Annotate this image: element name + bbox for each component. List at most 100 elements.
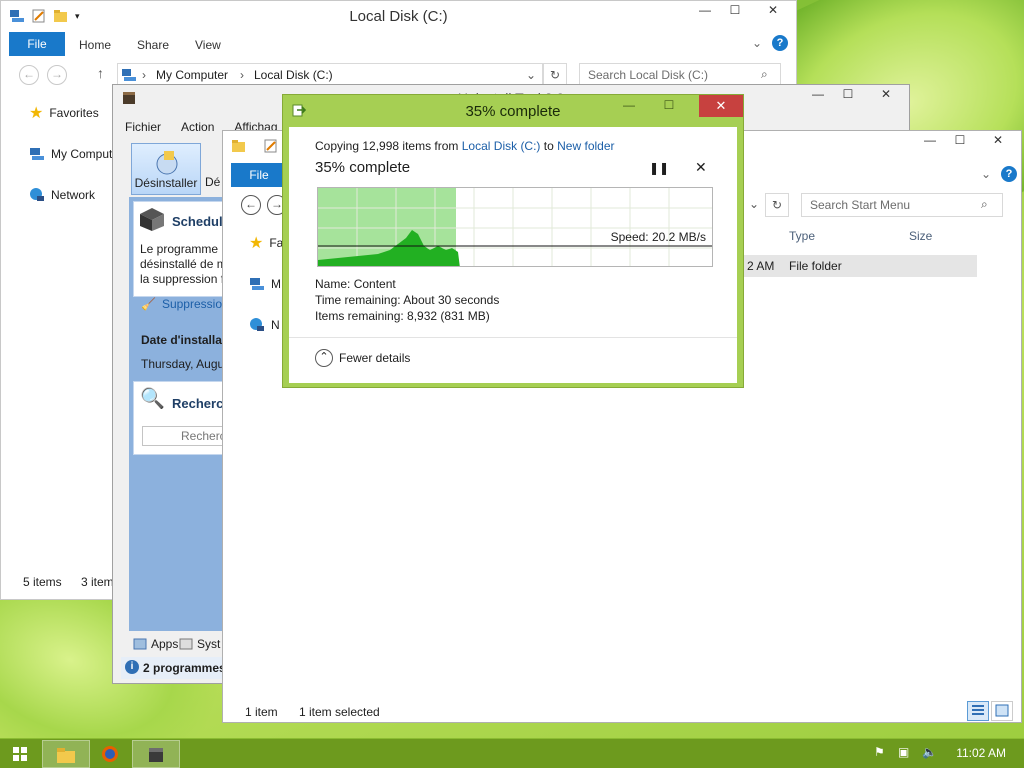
table-row[interactable]: 2 AM File folder <box>733 255 977 277</box>
large-icons-button[interactable] <box>991 701 1013 721</box>
folder-icon <box>57 748 75 763</box>
windows-logo-icon <box>13 747 27 761</box>
action-center-icon[interactable]: ⚑ <box>874 745 890 761</box>
search-input[interactable]: Search Start Menu <box>801 193 1003 217</box>
expand-ribbon-icon[interactable]: ⌄ <box>981 167 991 181</box>
title-bar[interactable]: ▾ Local Disk (C:) — ☐ ✕ <box>1 1 796 31</box>
fewer-details-button[interactable]: ⌃ Fewer details <box>315 349 410 367</box>
breadcrumb-local-disk[interactable]: Local Disk (C:) <box>254 64 333 86</box>
uninstall-button[interactable]: Désinstaller <box>131 143 201 195</box>
copy-to-word: to <box>543 139 554 153</box>
search-icon[interactable]: ⌕ <box>761 67 768 82</box>
volume-muted-icon[interactable]: 🔈 <box>922 745 938 761</box>
toolbar-second-label[interactable]: Dé <box>205 175 220 189</box>
help-icon[interactable]: ? <box>772 35 788 51</box>
start-button[interactable] <box>0 740 40 768</box>
column-header-size[interactable]: Size <box>909 229 932 243</box>
menu-fichier[interactable]: Fichier <box>121 117 165 139</box>
maximize-button[interactable]: ☐ <box>945 131 975 151</box>
taskbar-file-explorer[interactable] <box>42 740 90 768</box>
graph-gridlines <box>318 188 712 266</box>
properties-icon[interactable] <box>263 138 279 154</box>
tab-system[interactable]: Syst <box>179 637 220 651</box>
program-search-input[interactable]: Recherc <box>142 426 232 446</box>
search-icon[interactable]: ⌕ <box>981 197 988 212</box>
status-selected: 1 item selected <box>299 705 380 719</box>
expand-ribbon-icon[interactable]: ⌄ <box>752 36 762 50</box>
up-button[interactable]: ↑ <box>97 65 104 81</box>
tab-system-label: Syst <box>197 637 221 651</box>
forward-button[interactable]: → <box>47 65 67 85</box>
time-label: Time remaining: <box>315 293 401 307</box>
card-line: désinstallé de m <box>140 257 227 271</box>
minimize-button[interactable]: — <box>915 131 945 151</box>
tab-share[interactable]: Share <box>137 38 169 52</box>
minimize-button[interactable]: — <box>803 85 833 105</box>
network-status-icon[interactable]: ▣ <box>898 745 914 761</box>
tab-file[interactable]: File <box>231 163 287 187</box>
clock[interactable]: 11:02 AM <box>956 746 1006 760</box>
progress-heading: 35% complete <box>315 159 411 176</box>
nav-my-computer[interactable]: M <box>249 277 281 291</box>
uninstall-label: Désinstaller <box>134 176 198 190</box>
nav-my-computer[interactable]: My Comput <box>29 147 112 161</box>
minimize-button[interactable]: — <box>615 95 643 117</box>
network-icon <box>30 188 44 201</box>
broom-icon: 🧹 <box>141 297 156 311</box>
computer-icon <box>250 278 264 290</box>
menu-action[interactable]: Action <box>177 117 218 139</box>
breadcrumb-my-computer[interactable]: My Computer <box>156 64 228 86</box>
tab-home[interactable]: Home <box>79 38 111 52</box>
close-button[interactable]: ✕ <box>750 1 796 21</box>
help-icon[interactable]: ? <box>1001 166 1017 182</box>
address-history-icon[interactable]: ⌄ <box>749 197 759 211</box>
close-button[interactable]: ✕ <box>863 85 909 105</box>
computer-icon <box>30 148 44 160</box>
star-icon: ★ <box>249 235 264 252</box>
destination-link[interactable]: New folder <box>557 139 614 153</box>
box-app-icon <box>149 748 163 762</box>
nav-favorites[interactable]: ★ Favorites <box>29 103 99 123</box>
name-value: Content <box>353 277 396 291</box>
maximize-button[interactable]: ☐ <box>833 85 863 105</box>
details-view-button[interactable] <box>967 701 989 721</box>
back-button[interactable]: ← <box>19 65 39 85</box>
suppression-link[interactable]: 🧹 Suppression <box>141 297 229 311</box>
maximize-button[interactable]: ☐ <box>655 95 683 117</box>
nav-favorites[interactable]: ★ Fa <box>249 233 283 253</box>
pause-button[interactable]: ❚❚ <box>649 161 669 175</box>
detail-items: Items remaining: 8,932 (831 MB) <box>315 309 490 323</box>
box-icon <box>140 208 164 231</box>
ribbon-tabs: File Home Share View ⌄ ? <box>9 32 792 56</box>
row-type: File folder <box>789 259 842 273</box>
taskbar-uninstaller[interactable] <box>132 740 180 768</box>
star-icon: ★ <box>29 105 44 122</box>
address-history-icon[interactable]: ⌄ <box>526 64 536 86</box>
breadcrumb-chevron-icon[interactable]: › <box>240 64 244 86</box>
nav-favorites-label: Favorites <box>49 106 99 120</box>
refresh-button[interactable]: ↻ <box>765 193 789 217</box>
detail-time: Time remaining: About 30 seconds <box>315 293 499 307</box>
maximize-button[interactable]: ☐ <box>720 1 750 21</box>
taskbar-firefox[interactable] <box>86 740 134 768</box>
nav-network-label: Network <box>51 188 96 202</box>
copy-summary: Copying 12,998 items from Local Disk (C:… <box>315 139 615 153</box>
cancel-button[interactable]: ✕ <box>695 159 707 176</box>
source-link[interactable]: Local Disk (C:) <box>462 139 541 153</box>
nav-network[interactable]: Network <box>29 187 95 203</box>
column-header-type[interactable]: Type <box>789 229 815 243</box>
minimize-button[interactable]: — <box>690 1 720 21</box>
breadcrumb-chevron-icon[interactable]: › <box>142 64 146 86</box>
nav-network[interactable]: N <box>249 317 280 333</box>
close-button[interactable]: ✕ <box>975 131 1021 151</box>
copy-progress-dialog[interactable]: 35% complete — ☐ ✕ Copying 12,998 items … <box>282 94 744 388</box>
tab-file[interactable]: File <box>9 32 65 56</box>
tab-view[interactable]: View <box>195 38 221 52</box>
status-item-count: 1 item <box>245 705 278 719</box>
details-view-icon <box>972 705 984 715</box>
search-card: 🔍 Recherch Recherc <box>133 381 233 455</box>
close-button[interactable]: ✕ <box>699 95 743 117</box>
back-button[interactable]: ← <box>241 195 261 215</box>
tab-apps[interactable]: Apps <box>133 637 178 651</box>
dialog-title-bar[interactable]: 35% complete — ☐ ✕ <box>283 95 743 127</box>
